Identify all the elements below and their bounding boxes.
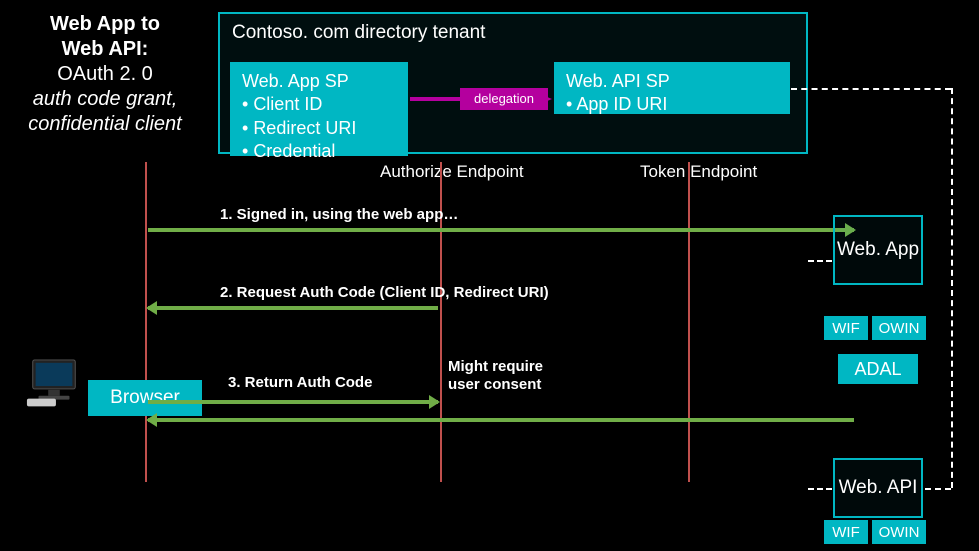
wif-chip: WIF bbox=[824, 520, 868, 544]
step2-label: 2. Request Auth Code (Client ID, Redirec… bbox=[220, 284, 549, 301]
tenant-title: Contoso. com directory tenant bbox=[232, 22, 794, 44]
webapi-box: Web. API bbox=[833, 458, 923, 518]
webapp-sp-item: Client ID bbox=[242, 93, 396, 116]
dashed-connector bbox=[925, 488, 951, 490]
title-line2: Web API: bbox=[5, 37, 205, 62]
token-endpoint-label: Token Endpoint bbox=[640, 162, 757, 182]
title-line5: confidential client bbox=[5, 112, 205, 137]
title-line1: Web App to bbox=[5, 12, 205, 37]
step1-arrow bbox=[148, 228, 854, 232]
webapp-sp-list: Client ID Redirect URI Credential bbox=[242, 93, 396, 163]
browser-lifeline bbox=[145, 162, 147, 482]
token-lifeline bbox=[688, 162, 690, 482]
step1-label: 1. Signed in, using the web app… bbox=[220, 206, 458, 223]
dashed-connector bbox=[808, 488, 832, 490]
step3-note: Might require user consent bbox=[448, 358, 543, 394]
webapp-sp-box: Web. App SP Client ID Redirect URI Crede… bbox=[230, 62, 408, 156]
delegation-label: delegation bbox=[460, 88, 548, 110]
step3-arrow-bottom bbox=[148, 418, 854, 422]
wif-chip: WIF bbox=[824, 316, 868, 340]
step2-arrow bbox=[148, 306, 438, 310]
dashed-connector bbox=[808, 260, 832, 262]
webapp-sp-title: Web. App SP bbox=[242, 70, 396, 93]
dashed-connector bbox=[791, 88, 951, 90]
owin-chip: OWIN bbox=[872, 520, 926, 544]
authorize-endpoint-label: Authorize Endpoint bbox=[380, 162, 524, 182]
title-line4: auth code grant, bbox=[5, 87, 205, 112]
webapi-sp-list: App ID URI bbox=[566, 93, 778, 116]
owin-chip: OWIN bbox=[872, 316, 926, 340]
step3-arrow-top bbox=[148, 400, 438, 404]
webapi-sp-item: App ID URI bbox=[566, 93, 778, 116]
webapp-sp-item: Redirect URI bbox=[242, 117, 396, 140]
adal-chip: ADAL bbox=[838, 354, 918, 384]
browser-box: Browser bbox=[88, 380, 202, 416]
dashed-connector bbox=[951, 88, 953, 488]
webapi-sp-box: Web. API SP App ID URI bbox=[554, 62, 790, 114]
webapp-sp-item: Credential bbox=[242, 140, 396, 163]
webapi-sp-title: Web. API SP bbox=[566, 70, 778, 93]
diagram-title: Web App to Web API: OAuth 2. 0 auth code… bbox=[5, 12, 205, 137]
title-line3: OAuth 2. 0 bbox=[5, 62, 205, 87]
step3-label: 3. Return Auth Code bbox=[228, 374, 372, 391]
webapp-box: Web. App bbox=[833, 215, 923, 285]
monitor-icon bbox=[25, 358, 83, 408]
